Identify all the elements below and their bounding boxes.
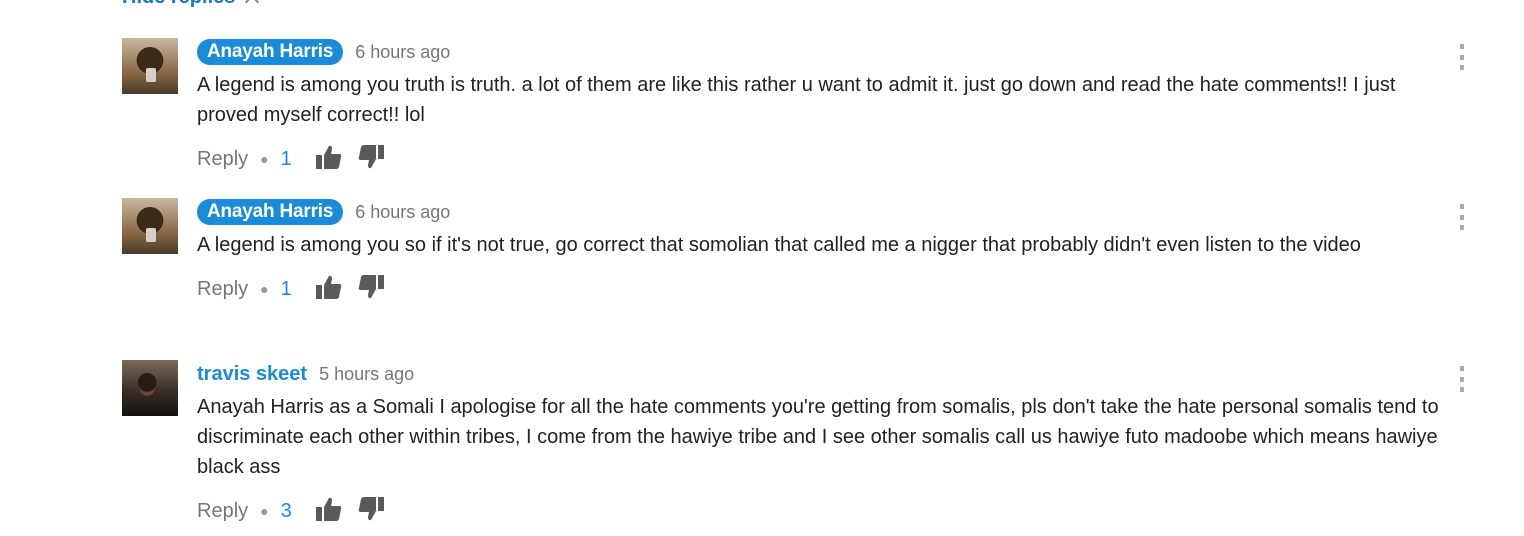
chevron-up-icon (245, 0, 260, 9)
comment-text: A legend is among you truth is truth. a … (197, 74, 1396, 126)
comment-menu-icon[interactable] (1458, 44, 1466, 70)
thumbs-up-icon[interactable] (315, 144, 343, 175)
separator-dot: ● (260, 151, 269, 167)
comment-body: Anayah Harris 6 hours ago A legend is am… (197, 38, 1447, 174)
thumbs-down-icon[interactable] (357, 144, 385, 175)
comment-timestamp[interactable]: 6 hours ago (355, 42, 450, 63)
comment-timestamp[interactable]: 5 hours ago (319, 364, 414, 385)
comment-menu-icon[interactable] (1458, 366, 1466, 392)
hide-replies-label: Hide replies (122, 0, 235, 9)
avatar[interactable] (122, 38, 178, 94)
comment-text: Anayah Harris as a Somali I apologise fo… (197, 396, 1439, 478)
author-name[interactable]: Anayah Harris (197, 39, 344, 65)
comments-thread: Hide replies Anayah Harris 6 hours ago A… (0, 0, 1524, 536)
comment-actions: Reply ● 1 (197, 274, 1447, 304)
comment-header: Anayah Harris 6 hours ago (197, 198, 1447, 226)
comment-header: Anayah Harris 6 hours ago (197, 38, 1447, 66)
thumbs-up-icon[interactable] (315, 496, 343, 527)
reply-button[interactable]: Reply (197, 148, 248, 171)
like-count: 3 (280, 499, 292, 522)
author-name[interactable]: travis skeet (197, 363, 307, 386)
comment-actions: Reply ● 3 (197, 496, 1447, 526)
reply-button[interactable]: Reply (197, 278, 248, 301)
like-count: 1 (280, 147, 292, 170)
comment-text: A legend is among you so if it's not tru… (197, 234, 1361, 256)
comment-timestamp[interactable]: 6 hours ago (355, 202, 450, 223)
comment-menu-icon[interactable] (1458, 204, 1466, 230)
comment-body: travis skeet 5 hours ago Anayah Harris a… (197, 360, 1447, 526)
author-name[interactable]: Anayah Harris (197, 199, 344, 225)
comment-body: Anayah Harris 6 hours ago A legend is am… (197, 198, 1447, 304)
avatar[interactable] (122, 360, 178, 416)
separator-dot: ● (260, 503, 269, 519)
reply-button[interactable]: Reply (197, 500, 248, 523)
hide-replies-button[interactable]: Hide replies (122, 0, 260, 9)
separator-dot: ● (260, 281, 269, 297)
avatar[interactable] (122, 198, 178, 254)
thumbs-down-icon[interactable] (357, 274, 385, 305)
comment-header: travis skeet 5 hours ago (197, 360, 1447, 388)
comment-actions: Reply ● 1 (197, 144, 1447, 174)
like-count: 1 (280, 277, 292, 300)
thumbs-up-icon[interactable] (315, 274, 343, 305)
thumbs-down-icon[interactable] (357, 496, 385, 527)
